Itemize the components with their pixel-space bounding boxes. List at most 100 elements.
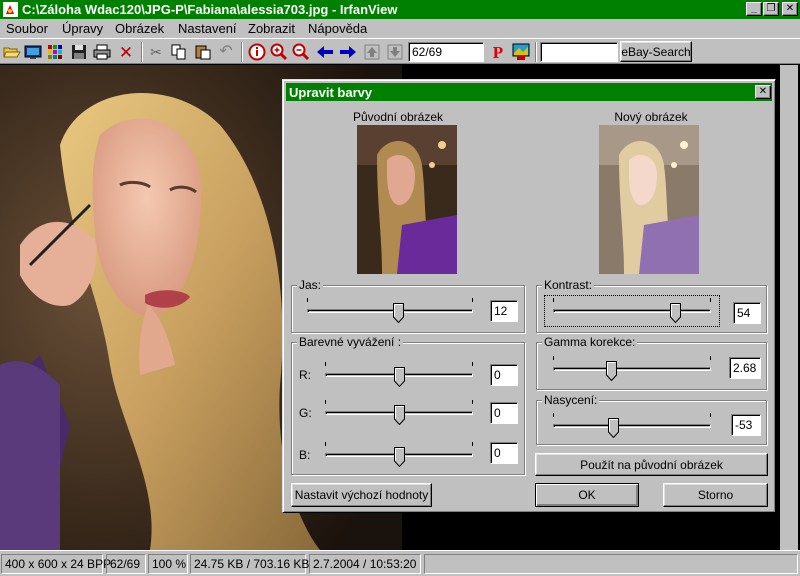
green-value[interactable]: 0	[490, 402, 518, 424]
slider-tick	[710, 413, 711, 417]
thumbnails-icon[interactable]	[45, 42, 65, 62]
slider-thumb[interactable]	[669, 303, 681, 323]
toolbar-separator	[535, 42, 537, 62]
first-icon[interactable]	[362, 42, 382, 62]
slider-tick	[325, 400, 326, 404]
page-number-input[interactable]	[408, 42, 484, 62]
new-image-label: Nový obrázek	[614, 110, 688, 124]
set-defaults-button[interactable]: Nastavit výchozí hodnoty	[291, 483, 432, 507]
slider-track[interactable]	[553, 367, 711, 371]
info-icon[interactable]	[247, 42, 267, 62]
paint-icon[interactable]: P	[488, 42, 508, 62]
ok-button[interactable]: OK	[535, 483, 639, 507]
new-preview-image	[599, 125, 699, 274]
slider-track[interactable]	[553, 309, 711, 313]
dialog-title: Upravit barvy	[289, 85, 373, 100]
menu-napoveda[interactable]: Nápověda	[305, 20, 370, 37]
open-icon[interactable]	[2, 42, 22, 62]
gamma-value[interactable]: 2.68	[729, 357, 761, 379]
menu-bar: Soubor Úpravy Obrázek Nastavení Zobrazit…	[0, 19, 800, 38]
green-label: G:	[299, 406, 312, 420]
menu-upravy[interactable]: Úpravy	[59, 20, 106, 37]
ebay-search-button[interactable]: eBay-Search	[620, 41, 692, 62]
last-icon[interactable]	[385, 42, 405, 62]
irfanview-app-icon[interactable]	[3, 2, 18, 17]
slider-tick	[472, 442, 473, 446]
original-preview-image	[357, 125, 457, 274]
slider-tick	[472, 298, 473, 302]
slider-thumb[interactable]	[608, 418, 620, 438]
saturation-slider[interactable]	[545, 411, 719, 441]
zoom-out-icon[interactable]	[291, 42, 311, 62]
previous-icon[interactable]	[315, 42, 335, 62]
red-value[interactable]: 0	[490, 364, 518, 386]
slider-thumb[interactable]	[394, 405, 405, 425]
slider-tick	[325, 442, 326, 446]
apply-to-original-button[interactable]: Použít na původní obrázek	[535, 453, 768, 476]
brightness-label: Jas:	[297, 278, 324, 292]
contrast-value[interactable]: 54	[733, 302, 761, 324]
green-slider[interactable]	[317, 398, 481, 428]
status-dimensions: 400 x 600 x 24 BPP	[1, 554, 111, 574]
slider-track[interactable]	[553, 424, 711, 428]
toolbar-separator	[241, 42, 243, 62]
copy-icon[interactable]	[169, 42, 189, 62]
next-icon[interactable]	[338, 42, 358, 62]
slider-tick	[710, 298, 711, 302]
toolbar-separator	[141, 42, 143, 62]
slider-tick	[307, 298, 308, 302]
red-slider[interactable]	[317, 360, 481, 390]
status-date: 2.7.2004 / 10:53:20	[309, 554, 421, 574]
menu-zobrazit[interactable]: Zobrazit	[245, 20, 298, 37]
color-balance-label: Barevné vyvážení :	[297, 335, 404, 349]
saturation-value[interactable]: -53	[731, 414, 761, 436]
brightness-slider[interactable]	[299, 296, 481, 326]
menu-soubor[interactable]: Soubor	[3, 20, 51, 37]
gamma-slider[interactable]	[545, 354, 719, 384]
window-title: C:\Záloha Wdac120\JPG-P\Fabiana\alessia7…	[22, 2, 398, 17]
slider-tick	[553, 413, 554, 417]
contrast-label: Kontrast:	[542, 278, 595, 292]
cancel-button[interactable]: Storno	[663, 483, 768, 507]
dialog-title-bar: Upravit barvy ✕	[286, 83, 772, 101]
red-label: R:	[299, 368, 311, 382]
status-bar: 400 x 600 x 24 BPP 62/69 100 % 24.75 KB …	[0, 550, 800, 576]
minimize-button[interactable]: _	[746, 2, 762, 16]
screen-icon[interactable]	[511, 42, 531, 62]
slider-thumb[interactable]	[394, 447, 405, 467]
search-input[interactable]	[540, 42, 618, 62]
slider-tick	[553, 356, 554, 360]
contrast-slider[interactable]	[544, 295, 720, 327]
delete-icon[interactable]: ✕	[116, 42, 136, 62]
menu-nastaveni[interactable]: Nastavení	[175, 20, 240, 37]
slider-thumb[interactable]	[606, 361, 618, 381]
slider-tick	[472, 362, 473, 366]
paste-icon[interactable]	[193, 42, 213, 62]
menu-obrazek[interactable]: Obrázek	[112, 20, 167, 37]
brightness-value[interactable]: 12	[490, 300, 518, 322]
color-adjust-dialog: Upravit barvy ✕ Původní obrázek Nový obr…	[282, 79, 776, 513]
slider-tick	[472, 400, 473, 404]
slider-thumb[interactable]	[394, 367, 405, 387]
saturation-label: Nasycení:	[542, 393, 600, 407]
slider-tick	[710, 356, 711, 360]
status-empty	[424, 554, 798, 574]
slideshow-icon[interactable]	[23, 42, 43, 62]
blue-label: B:	[299, 448, 311, 462]
cut-icon[interactable]: ✂	[146, 42, 166, 62]
slider-tick	[325, 362, 326, 366]
restore-button[interactable]: ❐	[763, 2, 779, 16]
blue-slider[interactable]	[317, 440, 481, 470]
close-button[interactable]: ✕	[782, 2, 798, 16]
undo-icon[interactable]: ↶	[216, 42, 236, 62]
slider-track[interactable]	[307, 309, 473, 313]
title-bar: C:\Záloha Wdac120\JPG-P\Fabiana\alessia7…	[0, 0, 800, 19]
status-filesize: 24.75 KB / 703.16 KB	[190, 554, 309, 574]
gamma-label: Gamma korekce:	[542, 335, 638, 349]
slider-thumb[interactable]	[393, 303, 405, 323]
dialog-close-button[interactable]: ✕	[755, 85, 771, 99]
print-icon[interactable]	[92, 42, 112, 62]
blue-value[interactable]: 0	[490, 442, 518, 464]
zoom-in-icon[interactable]	[269, 42, 289, 62]
save-icon[interactable]	[69, 42, 89, 62]
